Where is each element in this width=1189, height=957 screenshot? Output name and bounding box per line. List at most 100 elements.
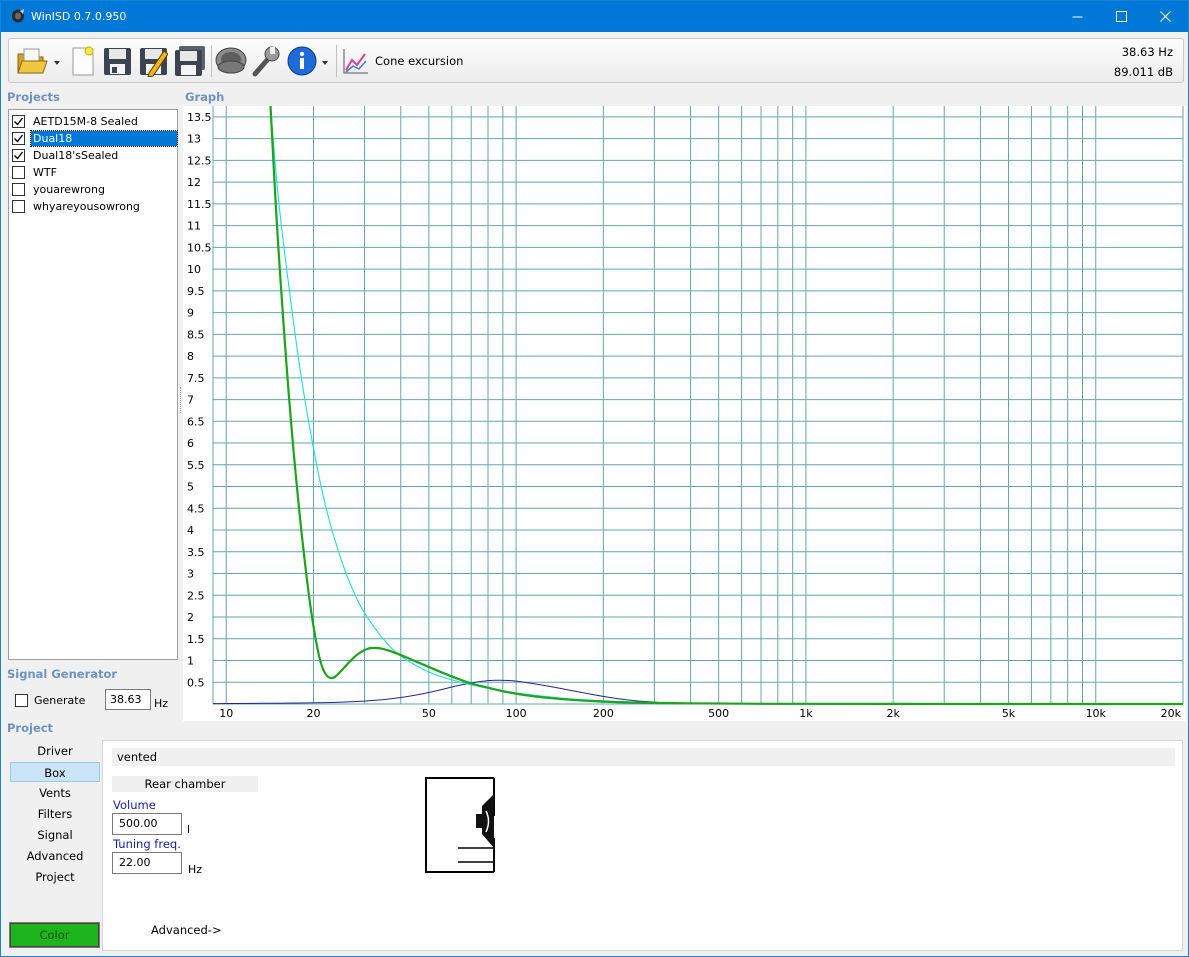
maximize-button[interactable] bbox=[1098, 1, 1144, 32]
y-tick-label: 4.5 bbox=[187, 502, 205, 515]
generate-checkbox[interactable] bbox=[15, 694, 28, 707]
box-panel: vented Rear chamber Volume 500.00 l Tuni… bbox=[102, 740, 1183, 951]
tuning-input[interactable]: 22.00 bbox=[112, 852, 182, 874]
nav-item-vents[interactable]: Vents bbox=[10, 783, 100, 803]
save-button[interactable] bbox=[101, 44, 133, 78]
checkmark-icon bbox=[14, 117, 24, 126]
nav-item-project[interactable]: Project bbox=[10, 867, 100, 887]
x-tick-label: 50 bbox=[422, 707, 436, 720]
close-button[interactable] bbox=[1142, 1, 1188, 32]
save-edit-icon bbox=[140, 48, 168, 77]
y-tick-label: 7 bbox=[187, 394, 194, 407]
frequency-readout: 38.63 Hz bbox=[1121, 45, 1173, 59]
series-line-navy bbox=[212, 679, 1183, 705]
series-line-green bbox=[269, 103, 1183, 706]
y-tick-label: 5.5 bbox=[187, 459, 205, 472]
info-icon bbox=[287, 46, 328, 76]
graph-type-selector[interactable]: Cone excursion bbox=[341, 44, 471, 78]
y-tick-label: 0.5 bbox=[187, 676, 205, 689]
window-title: WinISD 0.7.0.950 bbox=[31, 10, 127, 23]
generate-checkbox-row[interactable]: Generate bbox=[15, 694, 85, 707]
vented-box-diagram-icon bbox=[425, 777, 495, 873]
x-tick-label: 100 bbox=[506, 707, 527, 720]
x-tick-label: 20k bbox=[1161, 707, 1182, 720]
project-checkbox[interactable] bbox=[12, 131, 25, 145]
rear-chamber-header: Rear chamber bbox=[112, 776, 258, 792]
project-checkbox[interactable] bbox=[12, 165, 25, 179]
minimize-button[interactable] bbox=[1054, 1, 1100, 32]
open-project-button[interactable] bbox=[15, 44, 63, 78]
x-tick-label: 10 bbox=[219, 707, 233, 720]
nav-item-box[interactable]: Box bbox=[10, 762, 100, 782]
signal-frequency-input[interactable] bbox=[105, 689, 151, 710]
volume-input[interactable]: 500.00 bbox=[112, 813, 182, 835]
y-tick-label: 8.5 bbox=[187, 328, 205, 341]
panel-splitter[interactable] bbox=[180, 387, 182, 413]
level-readout: 89.011 dB bbox=[1113, 65, 1173, 79]
project-name: WTF bbox=[33, 165, 57, 179]
project-item[interactable]: youarewrong bbox=[12, 181, 177, 197]
x-tick-label: 1k bbox=[799, 707, 813, 720]
project-checkbox[interactable] bbox=[12, 114, 25, 128]
chart-icon bbox=[343, 49, 368, 74]
y-tick-label: 3 bbox=[187, 568, 194, 581]
advanced-link[interactable]: Advanced-> bbox=[151, 923, 222, 937]
project-checkbox[interactable] bbox=[12, 199, 25, 213]
y-tick-label: 11.5 bbox=[187, 198, 212, 211]
project-checkbox[interactable] bbox=[12, 182, 25, 196]
project-item[interactable]: Dual18 bbox=[12, 129, 178, 147]
nav-item-advanced[interactable]: Advanced bbox=[10, 846, 100, 866]
driver-editor-button[interactable] bbox=[214, 44, 248, 78]
tools-button[interactable] bbox=[249, 44, 283, 78]
y-tick-label: 5 bbox=[187, 481, 194, 494]
y-tick-label: 1 bbox=[187, 655, 194, 668]
tuning-unit: Hz bbox=[188, 863, 203, 876]
x-tick-label: 2k bbox=[886, 707, 900, 720]
y-tick-label: 11 bbox=[187, 220, 201, 233]
title-bar[interactable]: WinISD 0.7.0.950 bbox=[1, 1, 1188, 32]
checkmark-icon bbox=[14, 151, 24, 160]
checkmark-icon bbox=[14, 134, 24, 143]
project-item[interactable]: WTF bbox=[12, 164, 177, 180]
new-project-button[interactable] bbox=[67, 44, 97, 78]
save-all-button[interactable] bbox=[173, 44, 207, 78]
projects-heading: Projects bbox=[7, 90, 60, 104]
volume-label: Volume bbox=[113, 798, 156, 812]
wrench-icon bbox=[252, 46, 280, 77]
help-button[interactable] bbox=[286, 44, 332, 78]
y-tick-label: 9.5 bbox=[187, 285, 205, 298]
y-tick-label: 13 bbox=[187, 133, 201, 146]
project-item[interactable]: Dual18'sSealed bbox=[12, 147, 177, 163]
tuning-label: Tuning freq. bbox=[113, 837, 181, 851]
project-checkbox[interactable] bbox=[12, 148, 25, 162]
nav-item-filters[interactable]: Filters bbox=[10, 804, 100, 824]
projects-list[interactable]: AETD15M-8 Sealed Dual18 Dual18'sSealed WTF y… bbox=[8, 109, 178, 660]
y-tick-label: 7.5 bbox=[187, 372, 205, 385]
cone-excursion-chart[interactable]: 0.511.522.533.544.555.566.577.588.599.51… bbox=[183, 103, 1186, 721]
new-document-icon bbox=[72, 46, 94, 76]
project-item[interactable]: whyareyousowrong bbox=[12, 198, 177, 214]
y-tick-label: 1.5 bbox=[187, 633, 205, 646]
project-item[interactable]: AETD15M-8 Sealed bbox=[12, 113, 177, 129]
minimize-icon bbox=[1072, 16, 1082, 18]
color-button[interactable]: Color bbox=[9, 922, 100, 948]
box-type-header[interactable]: vented bbox=[112, 748, 1175, 766]
x-tick-label: 500 bbox=[708, 707, 729, 720]
main-toolbar: Cone excursion 38.63 Hz 89.011 dB bbox=[8, 38, 1184, 83]
y-tick-label: 8 bbox=[187, 350, 194, 363]
maximize-icon bbox=[1115, 11, 1127, 22]
nav-item-driver[interactable]: Driver bbox=[10, 741, 100, 761]
save-all-icon bbox=[175, 46, 205, 76]
speaker-app-icon bbox=[12, 9, 24, 23]
x-tick-label: 20 bbox=[307, 707, 321, 720]
y-tick-label: 6 bbox=[187, 437, 194, 450]
nav-item-signal[interactable]: Signal bbox=[10, 825, 100, 845]
graph-area[interactable]: 0.5 1 1.5 2 2.5 3 3.5 4 4.5 5 5.5 6 6.5 7 7.5 8 8.5 9 9.5 1… bbox=[183, 103, 1186, 721]
x-tick-label: 5k bbox=[1002, 707, 1016, 720]
save-as-button[interactable] bbox=[137, 44, 169, 78]
project-name: youarewrong bbox=[33, 182, 105, 196]
graph-heading: Graph bbox=[185, 90, 225, 104]
app-window: WinISD 0.7.0.950 Cone excursion 38.63 Hz… bbox=[0, 0, 1189, 957]
project-heading: Project bbox=[7, 721, 54, 735]
y-tick-label: 10 bbox=[187, 263, 201, 276]
